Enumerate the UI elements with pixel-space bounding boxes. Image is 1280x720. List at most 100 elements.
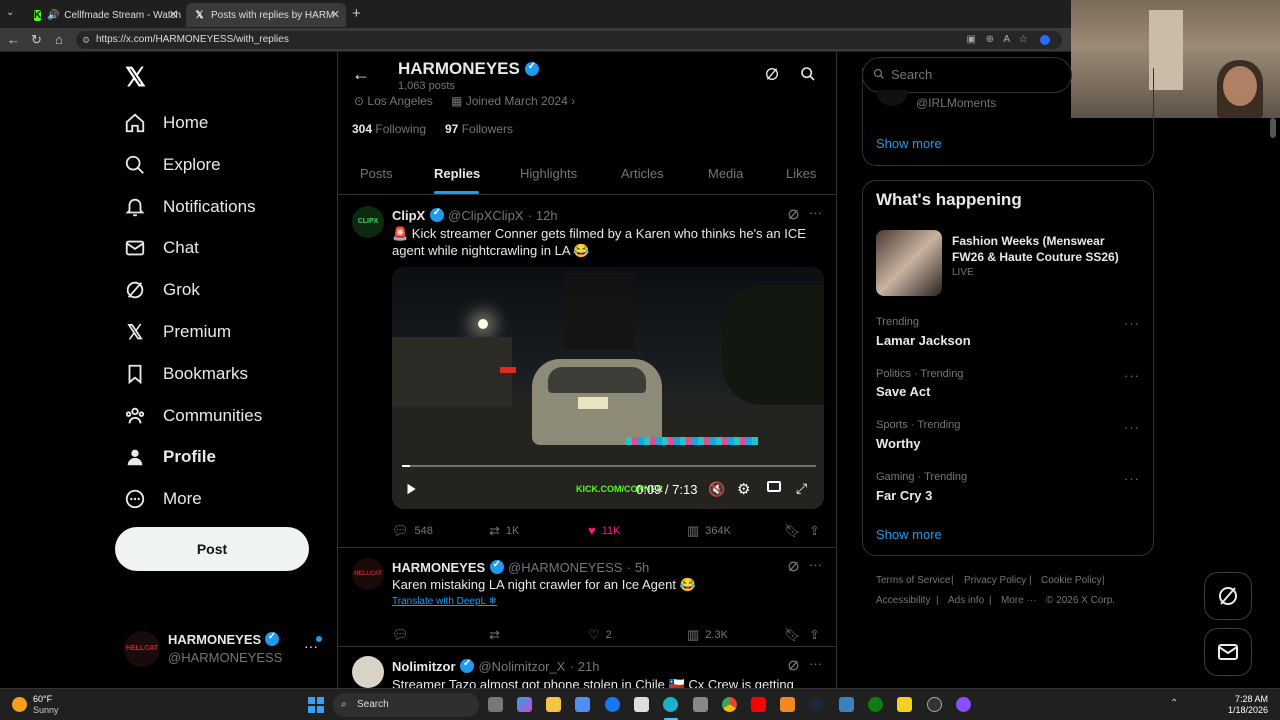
trend-3-more-icon[interactable]: ··· [1124, 420, 1140, 435]
bookmark-button[interactable]: 🔖︎ [784, 627, 807, 643]
like-button[interactable]: ♥ 11K [588, 523, 620, 538]
share-button[interactable]: ⇪ [809, 627, 826, 643]
views-button[interactable]: ▥ 2.3K [687, 627, 728, 643]
tweet-clipx[interactable]: CLIPX ClipX @ClipXClipX · 12h ··· 🚨 Kick… [338, 195, 836, 547]
browser-tab-1[interactable]: K 🔊 Cellfmade Stream - Watch Liv ✕ [26, 3, 184, 27]
grok-tweet-icon[interactable] [787, 659, 800, 677]
settings-gear-icon[interactable]: ⚙ [737, 480, 750, 498]
nav-premium[interactable]: 𝕏 Premium [124, 317, 231, 347]
tab-media[interactable]: Media [708, 166, 743, 181]
nav-chat[interactable]: Chat [124, 233, 199, 263]
tab-list-chevron-icon[interactable]: ⌄ [6, 7, 14, 18]
translate-link[interactable]: Translate with DeepL ❄ [392, 596, 497, 607]
footer-more[interactable]: More ··· [1001, 595, 1037, 606]
video-player[interactable]: KICK.COM/CONNER 0:09 / 7:13 🔇 ⚙ ⤢ [392, 267, 824, 509]
play-icon[interactable] [404, 482, 418, 501]
youtube-icon[interactable] [751, 697, 766, 712]
mute-icon[interactable]: 🔇 [708, 481, 725, 498]
trend-3-name[interactable]: Worthy [876, 436, 921, 451]
browser-tab-2[interactable]: 𝕏 Posts with replies by HARMONEYE ✕ [186, 3, 346, 27]
notes-icon[interactable] [897, 697, 912, 712]
tweet-avatar[interactable]: HELLCAT [352, 558, 384, 590]
tweet-harmoneyes[interactable]: HELLCAT HARMONEYES @HARMONEYESS · 5h ···… [338, 548, 836, 646]
taskbar-search[interactable]: ⌕ Search [333, 693, 479, 717]
chrome-icon[interactable] [722, 697, 737, 712]
store-icon[interactable] [575, 697, 590, 712]
tab-highlights[interactable]: Highlights [520, 166, 577, 181]
following-link[interactable]: 304 Following [352, 122, 426, 136]
tweet-more-icon[interactable]: ··· [809, 557, 822, 572]
show-more-link-2[interactable]: Show more [876, 527, 942, 542]
tweet-author-handle[interactable]: @HARMONEYESS [508, 560, 622, 575]
obs-icon[interactable] [927, 697, 942, 712]
repost-button[interactable]: ⇄ 1K [489, 523, 519, 539]
x-logo-icon[interactable]: 𝕏 [125, 62, 146, 93]
nav-bookmarks[interactable]: Bookmarks [124, 359, 248, 389]
task-view-icon[interactable] [488, 697, 503, 712]
nav-explore[interactable]: Explore [124, 150, 221, 180]
tweet-author-name[interactable]: ClipX [392, 208, 425, 223]
trend-1-more-icon[interactable]: ··· [1124, 316, 1140, 331]
favorite-star-icon[interactable]: ☆ [1019, 31, 1028, 49]
video-progress-track[interactable] [402, 465, 816, 467]
grok-floating-button[interactable] [1204, 572, 1252, 620]
copilot-icon[interactable] [517, 697, 532, 712]
tweet-author-name[interactable]: Nolimitzor [392, 659, 456, 674]
grok-header-icon[interactable] [764, 66, 780, 87]
followers-link[interactable]: 97 Followers [445, 122, 513, 136]
home-icon[interactable]: ⌂ [55, 32, 63, 47]
fullscreen-icon[interactable]: ⤢ [796, 480, 807, 497]
app-icon[interactable] [839, 697, 854, 712]
chevron-right-icon[interactable]: › [571, 94, 575, 108]
like-button[interactable]: ♡ 2 [588, 627, 612, 643]
footer-terms[interactable]: Terms of Service [876, 575, 950, 586]
tweet-author-handle[interactable]: @ClipXClipX [448, 208, 523, 223]
extensions-icon[interactable]: ▣ [967, 31, 976, 49]
nav-grok[interactable]: Grok [124, 275, 200, 305]
post-button[interactable]: Post [115, 527, 309, 571]
back-arrow-icon[interactable]: ← [352, 64, 370, 85]
search-profile-icon[interactable] [800, 66, 816, 87]
trend-4-more-icon[interactable]: ··· [1124, 471, 1140, 486]
reply-button[interactable]: 💬︎ 548 [392, 523, 433, 539]
tweet-author-name[interactable]: HARMONEYES [392, 560, 485, 575]
share-button[interactable]: ⇪ [809, 523, 826, 539]
reply-button[interactable]: 💬︎ [392, 627, 415, 643]
reload-icon[interactable]: ↻ [31, 32, 42, 48]
steam-icon[interactable] [809, 697, 824, 712]
facebook-icon[interactable] [605, 697, 620, 712]
footer-privacy[interactable]: Privacy Policy [964, 575, 1026, 586]
nav-more[interactable]: More [124, 484, 202, 514]
event-thumbnail[interactable] [876, 230, 942, 296]
edge-icon[interactable] [663, 697, 678, 712]
nav-profile[interactable]: Profile [124, 442, 216, 472]
grok-tweet-icon[interactable] [787, 560, 800, 578]
tweet-author-handle[interactable]: @Nolimitzor_X [478, 659, 565, 674]
tab-replies[interactable]: Replies [434, 166, 480, 181]
close-tab-icon[interactable]: ✕ [169, 8, 178, 21]
read-aloud-icon[interactable]: A [1003, 31, 1010, 49]
account-switcher[interactable]: HELLCAT HARMONEYES @HARMONEYESS ··· [120, 628, 330, 672]
nav-home[interactable]: Home [124, 108, 208, 138]
site-info-icon[interactable]: ⚙ [82, 31, 90, 49]
close-tab-icon[interactable]: ✕ [331, 8, 340, 21]
trend-1-name[interactable]: Lamar Jackson [876, 333, 971, 348]
start-button-icon[interactable] [308, 697, 324, 713]
extension-circle-icon[interactable] [1040, 35, 1050, 45]
views-button[interactable]: ▥ 364K [687, 523, 731, 539]
event-title[interactable]: Fashion Weeks (Menswear FW26 & Haute Cou… [952, 233, 1148, 265]
tweet-time[interactable]: · 12h [528, 208, 558, 223]
trend-4-name[interactable]: Far Cry 3 [876, 488, 932, 503]
tweet-more-icon[interactable]: ··· [809, 656, 822, 671]
file-explorer-icon[interactable] [546, 697, 561, 712]
tab-posts[interactable]: Posts [360, 166, 393, 181]
show-more-link-1[interactable]: Show more [876, 136, 942, 151]
taskbar-clock[interactable]: 7:28 AM 1/18/2026 [1224, 694, 1268, 716]
trend-2-more-icon[interactable]: ··· [1124, 368, 1140, 383]
repost-button[interactable]: ⇄ [489, 627, 506, 643]
footer-cookie[interactable]: Cookie Policy [1041, 575, 1102, 586]
new-tab-icon[interactable]: + [352, 5, 361, 22]
system-tray-chevron-icon[interactable]: ⌃ [1170, 698, 1178, 709]
weather-widget[interactable]: 60°F Sunny [33, 694, 59, 716]
xbox-icon[interactable] [868, 697, 883, 712]
